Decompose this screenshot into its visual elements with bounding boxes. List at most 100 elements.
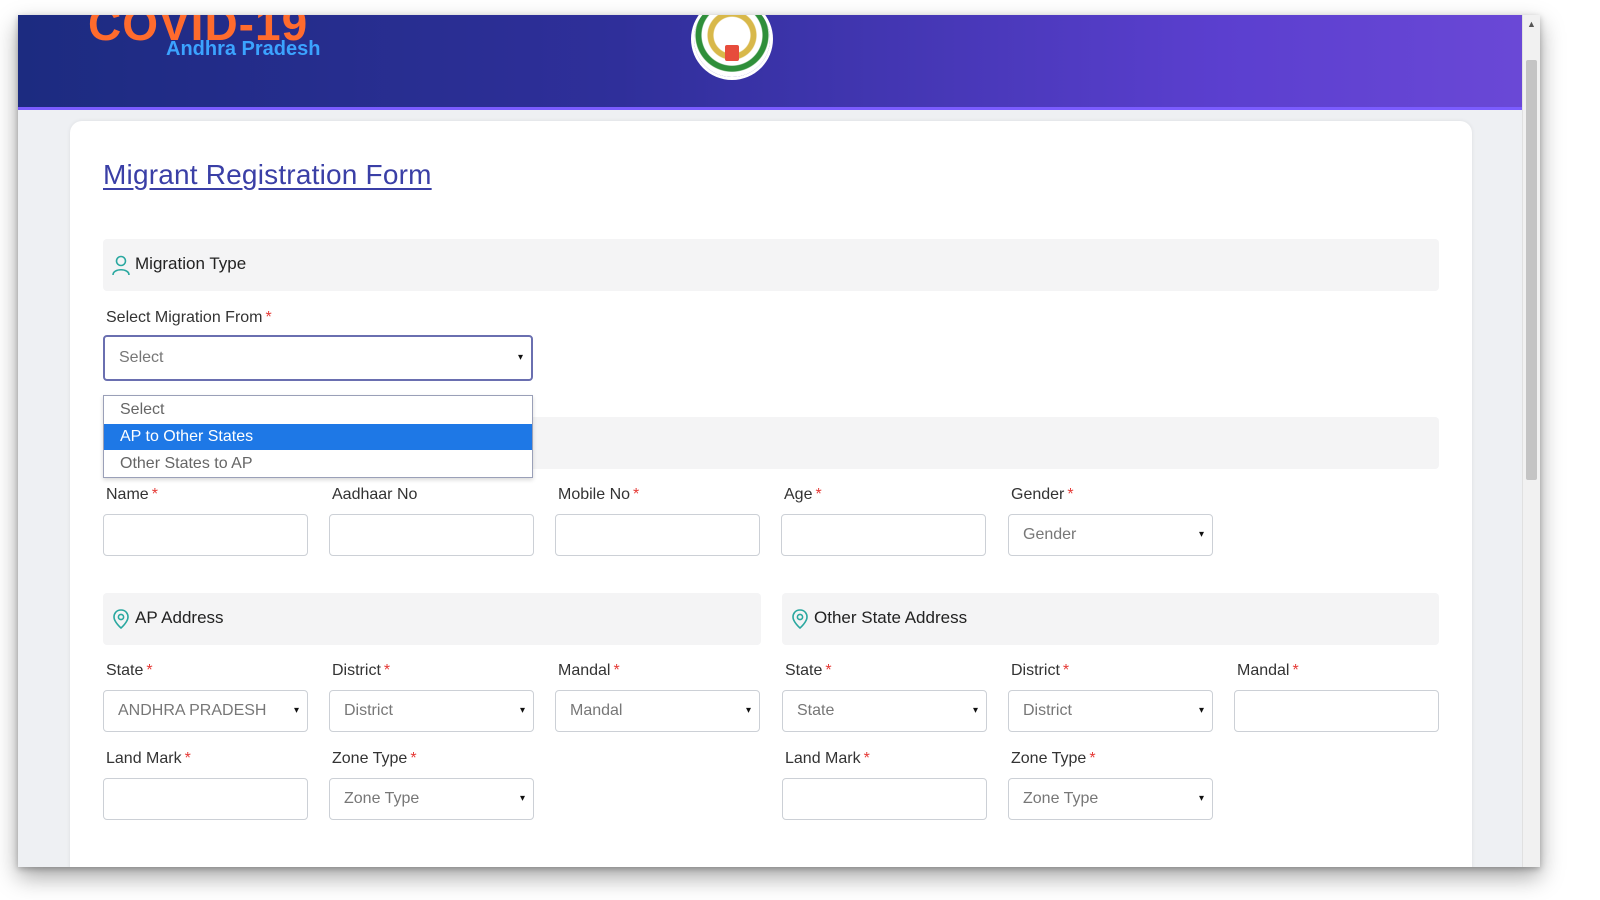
option-select[interactable]: Select [104, 397, 532, 423]
other-district-label: District * [1011, 662, 1069, 680]
chevron-down-icon: ▾ [519, 793, 525, 804]
ap-district-select[interactable]: District ▾ [329, 690, 534, 732]
ap-district-value: District [344, 702, 393, 719]
scroll-thumb[interactable] [1526, 60, 1537, 480]
ap-zone-label: Zone Type * [332, 750, 417, 768]
ap-address-label: AP Address [135, 608, 224, 627]
other-zone-select[interactable]: Zone Type ▾ [1008, 778, 1213, 820]
other-mandal-label-text: Mandal [1237, 662, 1290, 679]
other-zone-value: Zone Type [1023, 790, 1099, 807]
mobile-input[interactable] [555, 514, 760, 556]
emblem-center [725, 45, 739, 61]
site-header: COVID-19 Andhra Pradesh [18, 15, 1523, 110]
ap-landmark-label: Land Mark * [106, 750, 191, 768]
gender-label-text: Gender [1011, 486, 1065, 503]
required-mark: * [184, 750, 191, 767]
chevron-down-icon: ▾ [517, 352, 523, 363]
ap-mandal-label: Mandal * [558, 662, 620, 680]
required-mark: * [383, 662, 391, 679]
mobile-label-text: Mobile No [558, 486, 631, 503]
gender-value: Gender [1023, 526, 1077, 543]
ap-state-label-text: State [106, 662, 144, 679]
other-state-value: State [797, 702, 835, 719]
other-landmark-label: Land Mark * [785, 750, 870, 768]
required-mark: * [1292, 662, 1299, 679]
name-label-text: Name [106, 486, 149, 503]
required-mark: * [613, 662, 620, 679]
age-label-text: Age [784, 486, 813, 503]
location-pin-icon [113, 609, 129, 630]
required-mark: * [633, 486, 640, 503]
required-mark: * [410, 750, 417, 767]
migration-from-label: Select Migration From * [106, 309, 272, 327]
required-mark: * [265, 309, 272, 326]
form-card: Migrant Registration Form Migration Type… [70, 121, 1472, 867]
option-other-states-to-ap[interactable]: Other States to AP [104, 451, 532, 477]
vertical-scrollbar[interactable]: ▲ [1522, 15, 1540, 867]
chevron-down-icon: ▾ [1198, 705, 1204, 716]
other-state-label: State * [785, 662, 832, 680]
other-district-select[interactable]: District ▾ [1008, 690, 1213, 732]
required-mark: * [825, 662, 832, 679]
chevron-down-icon: ▾ [293, 705, 299, 716]
age-input[interactable] [781, 514, 986, 556]
required-mark: * [146, 662, 153, 679]
chevron-down-icon: ▾ [972, 705, 978, 716]
ap-district-label: District * [332, 662, 390, 680]
migration-from-value: Select [119, 349, 164, 366]
required-mark: * [863, 750, 870, 767]
migration-type-section: Migration Type [103, 239, 1439, 291]
ap-landmark-input[interactable] [103, 778, 308, 820]
required-mark: * [1062, 662, 1070, 679]
ap-address-section: AP Address [103, 593, 761, 645]
page-viewport: COVID-19 Andhra Pradesh Migrant Registra… [18, 15, 1523, 867]
ap-mandal-value: Mandal [570, 702, 623, 719]
required-mark: * [815, 486, 822, 503]
other-landmark-label-text: Land Mark [785, 750, 861, 767]
page-title[interactable]: Migrant Registration Form [103, 159, 432, 191]
user-icon [112, 255, 130, 276]
other-district-label-text: District [1011, 662, 1060, 679]
name-label: Name * [106, 486, 158, 504]
option-ap-to-other-states[interactable]: AP to Other States [104, 424, 532, 450]
ap-mandal-select[interactable]: Mandal ▾ [555, 690, 760, 732]
ap-state-label: State * [106, 662, 153, 680]
required-mark: * [1067, 486, 1074, 503]
other-state-label-text: State [785, 662, 823, 679]
name-input[interactable] [103, 514, 308, 556]
ap-landmark-label-text: Land Mark [106, 750, 182, 767]
migration-from-label-text: Select Migration From [106, 309, 263, 326]
other-mandal-input[interactable] [1234, 690, 1439, 732]
chevron-down-icon: ▾ [1198, 793, 1204, 804]
required-mark: * [1089, 750, 1096, 767]
aadhaar-input[interactable] [329, 514, 534, 556]
other-district-value: District [1023, 702, 1072, 719]
age-label: Age * [784, 486, 822, 504]
state-emblem-icon [694, 15, 770, 77]
migration-type-label: Migration Type [135, 254, 247, 273]
aadhaar-label: Aadhaar No [332, 486, 418, 503]
other-state-address-section: Other State Address [782, 593, 1439, 645]
ap-state-value: ANDHRA PRADESH [118, 702, 267, 719]
brand-subtitle: Andhra Pradesh [166, 38, 321, 60]
other-zone-label: Zone Type * [1011, 750, 1096, 768]
migration-from-dropdown: Select AP to Other States Other States t… [103, 395, 533, 478]
location-pin-icon [792, 609, 808, 630]
gender-select[interactable]: Gender ▾ [1008, 514, 1213, 556]
chevron-down-icon: ▾ [1198, 529, 1204, 540]
other-mandal-label: Mandal * [1237, 662, 1299, 680]
ap-mandal-label-text: Mandal [558, 662, 611, 679]
other-state-address-label: Other State Address [814, 608, 968, 627]
scroll-up-arrow-icon[interactable]: ▲ [1523, 17, 1540, 31]
migration-from-select[interactable]: Select ▾ [103, 335, 533, 381]
ap-zone-select[interactable]: Zone Type ▾ [329, 778, 534, 820]
required-mark: * [151, 486, 158, 503]
ap-state-select[interactable]: ANDHRA PRADESH ▾ [103, 690, 308, 732]
chevron-down-icon: ▾ [745, 705, 751, 716]
gender-label: Gender * [1011, 486, 1074, 504]
mobile-label: Mobile No * [558, 486, 639, 504]
other-state-select[interactable]: State ▾ [782, 690, 987, 732]
other-zone-label-text: Zone Type [1011, 750, 1087, 767]
ap-zone-value: Zone Type [344, 790, 420, 807]
other-landmark-input[interactable] [782, 778, 987, 820]
